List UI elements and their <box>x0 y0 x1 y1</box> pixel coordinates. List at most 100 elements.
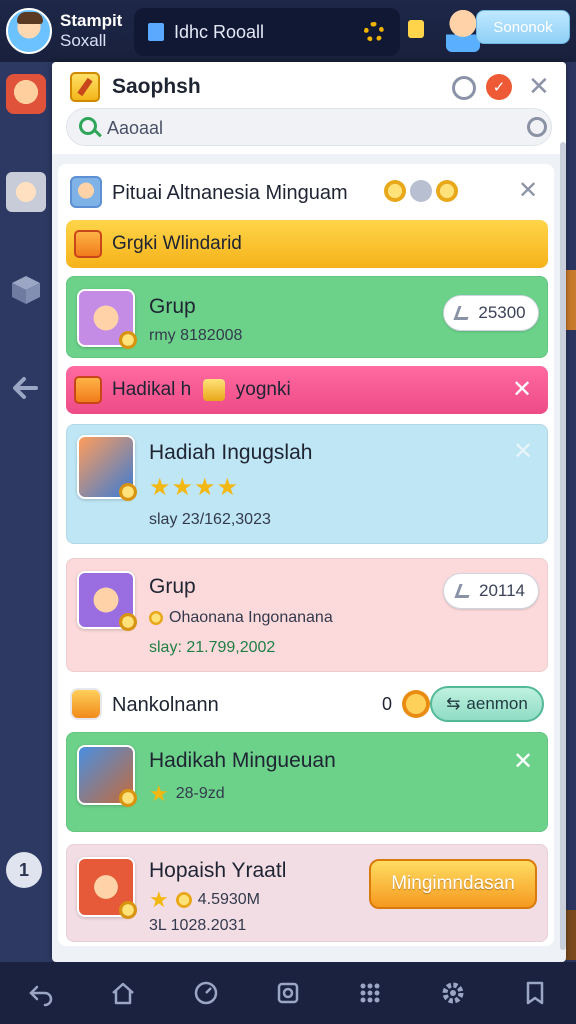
left-rail <box>0 62 52 962</box>
value-button[interactable]: 25300 <box>443 295 539 331</box>
item-thumbnail <box>77 745 137 807</box>
ribbon-icon <box>74 376 102 404</box>
panel-header: Saophsh ✓ ✕ <box>52 62 566 154</box>
user-avatar[interactable] <box>6 8 52 54</box>
list-item[interactable]: Hopaish Yraatl ★ 4.5930M 3L 1028.2031 Mi… <box>66 844 548 942</box>
star-rating: ★ <box>149 781 170 806</box>
banner-yellow[interactable]: Grgki Wlindarid <box>66 220 548 268</box>
close-icon[interactable]: ✕ <box>513 437 533 466</box>
value-button-label: 20114 <box>478 581 525 600</box>
active-tab[interactable]: Idhc Rooall <box>134 8 400 56</box>
item-thumbnail <box>77 289 137 349</box>
banner-label: Hadikal h yognki <box>112 379 291 401</box>
globe-icon[interactable] <box>452 76 476 100</box>
pencil-icon <box>70 72 100 102</box>
list-header: Pituai Altnanesia Minguam ✕ <box>66 170 548 214</box>
coin-badge-icon <box>119 789 137 807</box>
item-thumbnail <box>77 435 137 501</box>
swap-icon: ⇆ <box>446 694 461 713</box>
item-count: 0 <box>382 694 393 714</box>
item-title: Nankolnann <box>112 694 219 716</box>
top-action-button[interactable]: Sononok <box>476 10 570 44</box>
coin-group <box>384 180 458 202</box>
back-arrow-icon[interactable] <box>6 368 46 408</box>
mug-icon <box>202 379 225 401</box>
star-rating: ★ <box>149 887 170 912</box>
close-icon[interactable]: ✕ <box>518 176 538 205</box>
search-panel: Saophsh ✓ ✕ Pituai Altnanesia Minguam ✕ … <box>52 62 566 962</box>
settings-icon[interactable] <box>438 978 468 1008</box>
primary-action-button[interactable]: Mingimndasan <box>369 859 537 909</box>
home-icon[interactable] <box>108 978 138 1008</box>
page-badge[interactable]: 1 <box>6 852 42 888</box>
friend-avatar[interactable] <box>446 8 480 52</box>
list-item[interactable]: Grup Ohaonana Ingonanana slay: 21.799,20… <box>66 558 548 672</box>
item-title: Hadiah Ingugslah <box>149 441 313 464</box>
note-icon[interactable] <box>408 20 424 38</box>
value-button-label: 25300 <box>478 303 526 322</box>
item-date: slay: 21.799,2002 <box>149 639 276 656</box>
coin-badge-icon <box>119 331 137 349</box>
item-date: 3L 1028.2031 <box>149 917 247 934</box>
banner-label-part: yognki <box>235 379 291 401</box>
face-icon <box>402 690 430 718</box>
list-item[interactable]: Hadikah Mingueuan ★ 28-9zd ✕ <box>66 732 548 832</box>
item-value: 28-9zd <box>175 785 225 802</box>
action-button[interactable]: ⇆ aenmon <box>430 686 544 722</box>
star-rating: ★★★★ <box>149 474 240 501</box>
item-subtitle: Ohaonana Ingonanana <box>169 609 333 626</box>
item-title: Grup <box>149 295 196 318</box>
coin-badge-icon <box>119 483 137 501</box>
document-icon <box>148 23 164 41</box>
panel-title: Saophsh <box>112 75 201 98</box>
banner-pink[interactable]: Hadikal h yognki ✕ <box>66 366 548 414</box>
item-title: Grup <box>149 575 196 598</box>
camera-icon[interactable] <box>273 978 303 1008</box>
box-icon[interactable] <box>6 270 46 310</box>
user-subtitle: Soxall <box>60 31 107 50</box>
rail-character-icon[interactable] <box>6 172 46 212</box>
flask-icon <box>453 306 473 320</box>
banner-label: Grgki Wlindarid <box>112 233 242 254</box>
active-tab-label: Idhc Rooall <box>174 21 265 42</box>
list-avatar <box>70 176 102 208</box>
list-item[interactable]: Hadiah Ingugslah ★★★★ slay 23/162,3023 ✕ <box>66 424 548 544</box>
dashboard-icon[interactable] <box>191 978 221 1008</box>
item-meta: ★ 4.5930M <box>149 887 260 913</box>
top-bar: Stampit Soxall Idhc Rooall Sononok <box>0 0 576 62</box>
item-value: 4.5930M <box>197 891 260 908</box>
close-icon[interactable]: ✕ <box>512 375 532 404</box>
item-meta: ★ 28-9zd <box>149 781 225 807</box>
grid-icon[interactable] <box>355 978 385 1008</box>
user-name: Stampit <box>60 11 123 30</box>
rail-avatar-icon[interactable] <box>6 74 46 114</box>
search-input[interactable] <box>107 115 507 141</box>
item-subtitle-row: Ohaonana Ingonanana <box>149 609 333 627</box>
item-thumbnail <box>77 571 137 631</box>
coin-badge-icon <box>119 901 137 919</box>
banner-label-part: Hadikal h <box>112 379 192 401</box>
search-icon <box>79 117 97 135</box>
close-icon[interactable]: ✕ <box>528 71 550 102</box>
coin-icon <box>384 180 406 202</box>
value-button[interactable]: 20114 <box>443 573 539 609</box>
back-icon[interactable] <box>26 978 56 1008</box>
clear-icon[interactable] <box>527 117 547 137</box>
coin-icon <box>175 892 192 908</box>
close-icon[interactable]: ✕ <box>513 747 533 776</box>
bookmark-icon[interactable] <box>520 978 550 1008</box>
coin-badge-icon <box>119 613 137 631</box>
list-item[interactable]: Nankolnann 0 ⇆ aenmon <box>66 682 548 726</box>
item-title: Hopaish Yraatl <box>149 859 287 882</box>
lightning-icon <box>74 230 102 258</box>
leaf-icon <box>149 611 163 625</box>
list-title: Pituai Altnanesia Minguam <box>112 182 348 204</box>
search-box[interactable] <box>66 108 552 146</box>
list-item[interactable]: Grup rmy 8182008 25300 <box>66 276 548 358</box>
coin-icon <box>436 180 458 202</box>
treasure-icon <box>70 688 102 720</box>
check-icon[interactable]: ✓ <box>486 74 512 100</box>
item-title: Hadikah Mingueuan <box>149 749 336 772</box>
scrollbar[interactable] <box>560 142 566 950</box>
gear-icon[interactable] <box>364 22 384 42</box>
